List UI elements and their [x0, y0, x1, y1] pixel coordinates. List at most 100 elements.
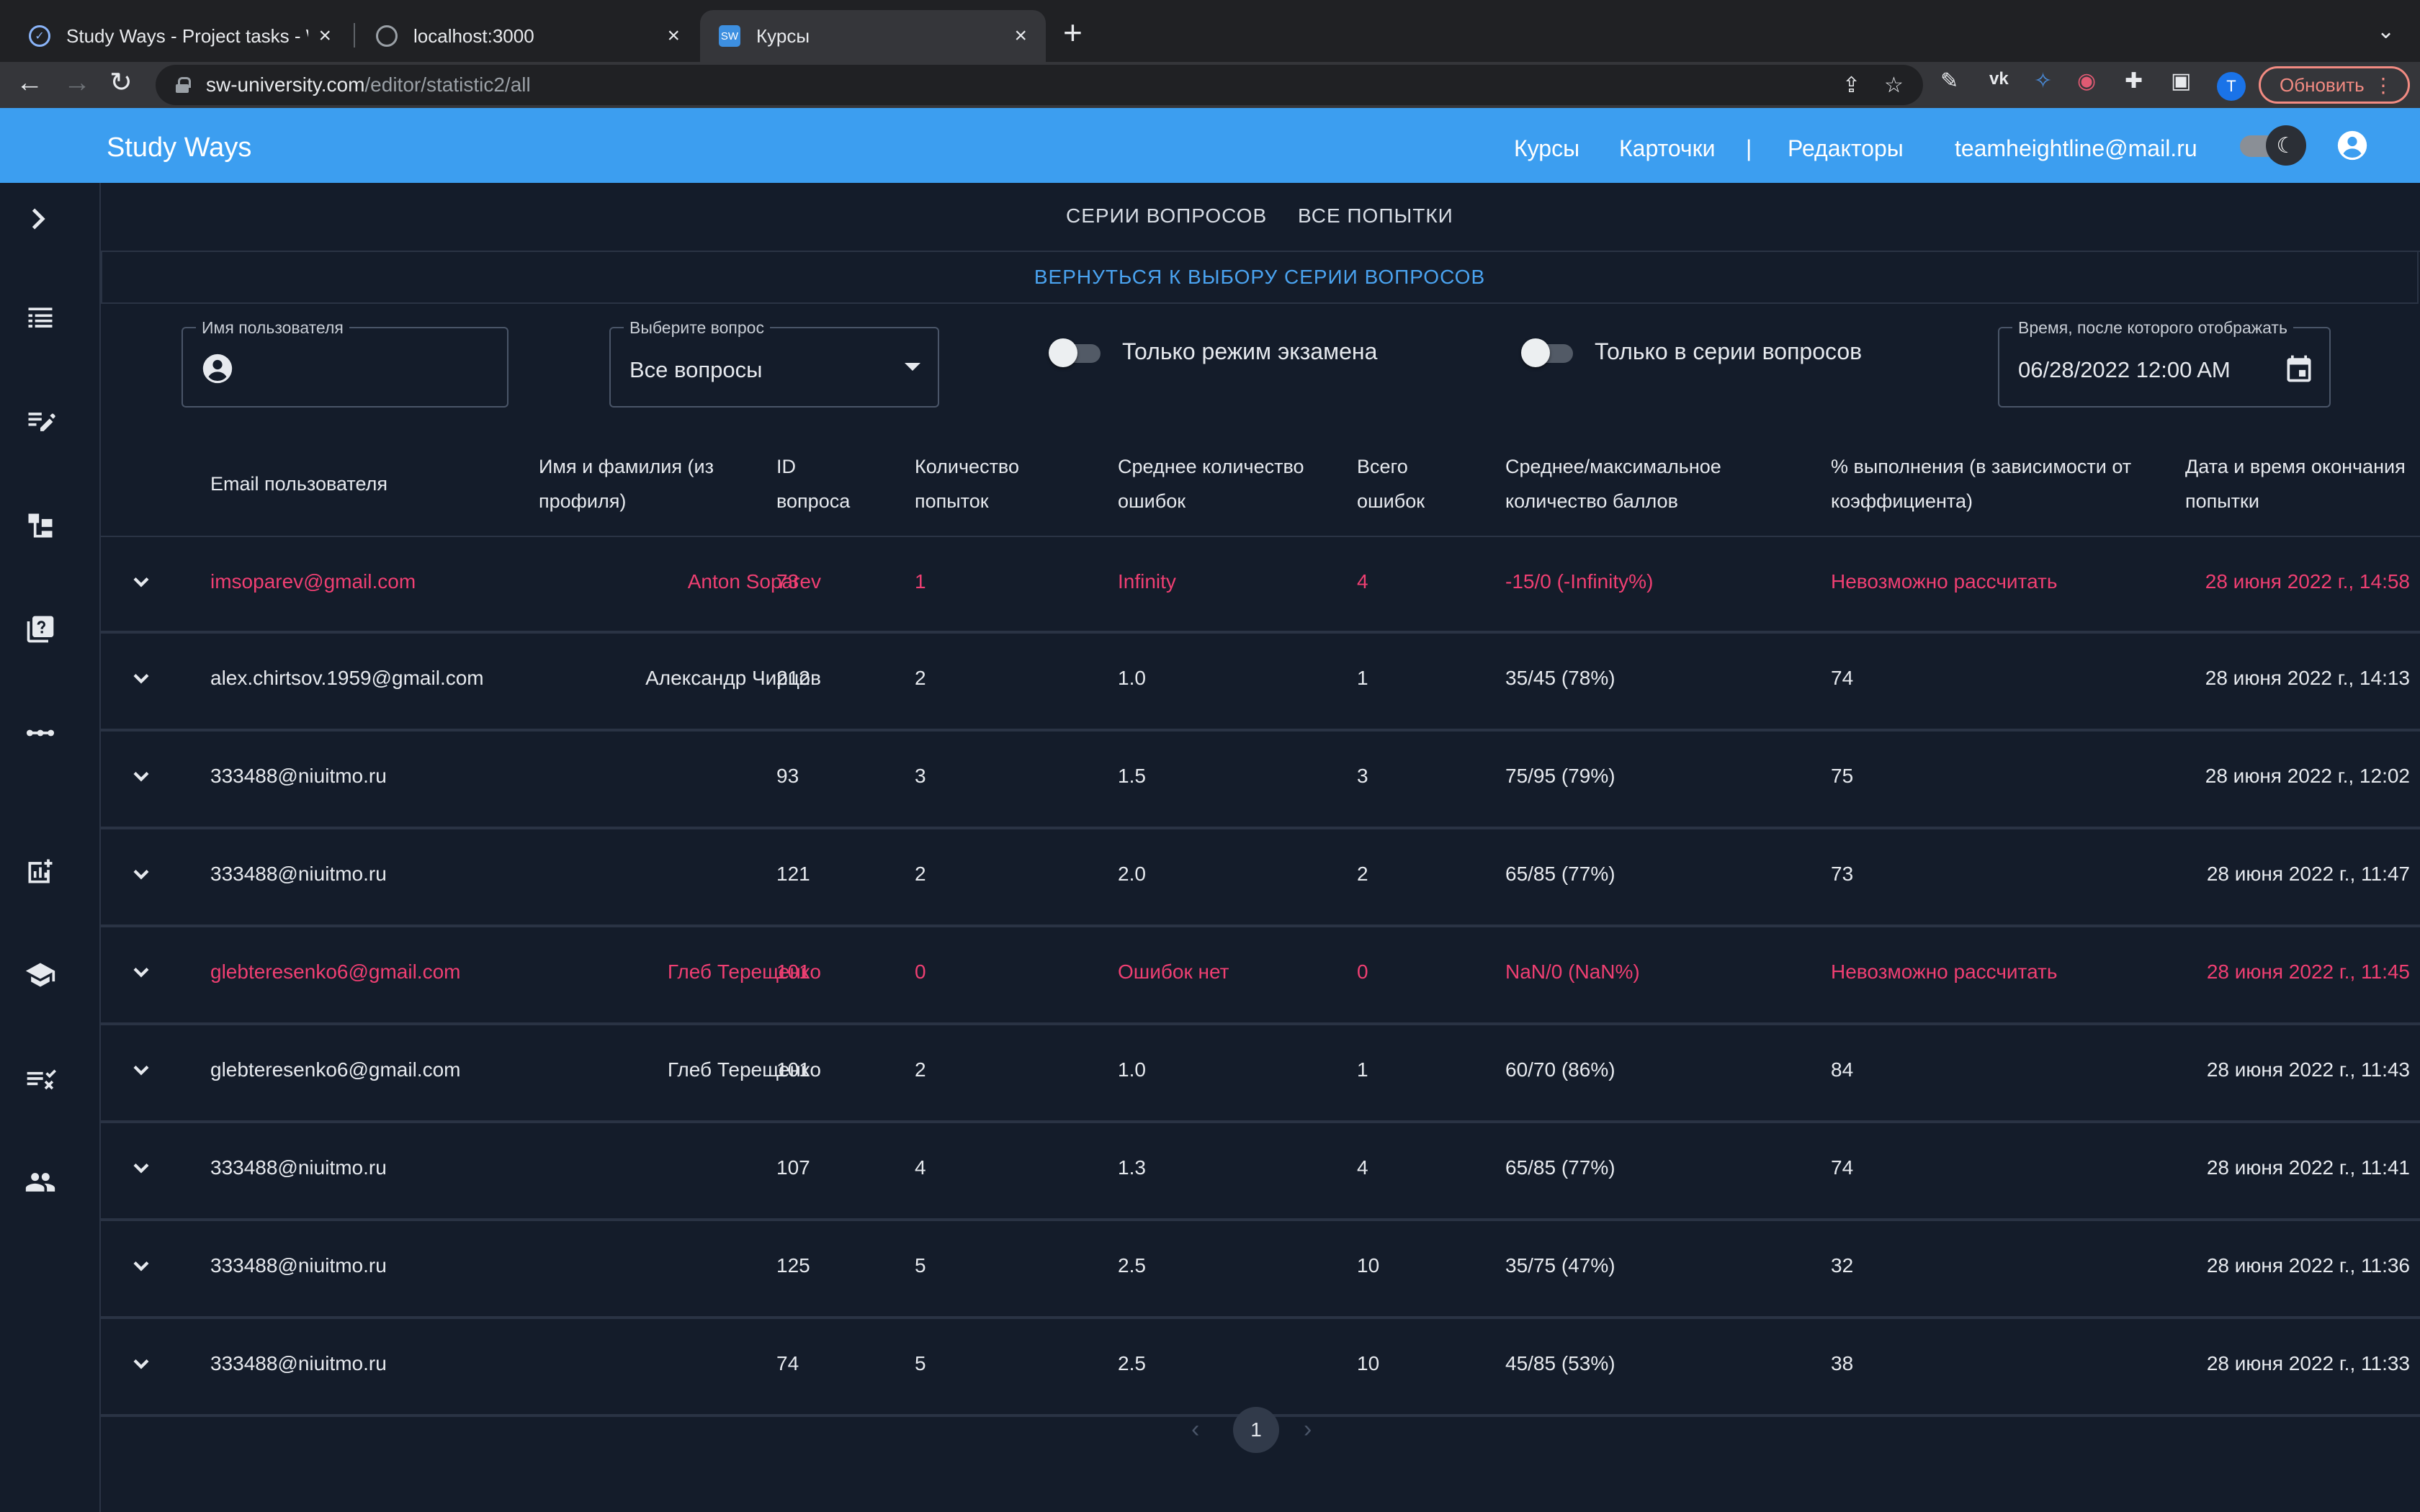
close-icon[interactable]: × — [318, 24, 331, 48]
chevron-down-icon[interactable] — [128, 763, 154, 789]
cell-email[interactable]: imsoparev@gmail.com — [210, 570, 416, 593]
time-filter-value: 06/28/2022 12:00 AM — [2018, 357, 2231, 382]
prev-page-icon[interactable]: ‹ — [1191, 1416, 1199, 1444]
edit-note-icon[interactable] — [24, 406, 56, 438]
table-row[interactable]: alex.chirtsov.1959@gmail.com Александр Чи… — [101, 634, 2420, 732]
browser-tab-project-tasks[interactable]: ✓ Study Ways - Project tasks - W × — [10, 10, 350, 62]
table-row[interactable]: 333488@niuitmo.ru 74 5 2.5 10 45/85 (53%) 38 28… — [101, 1319, 2420, 1417]
calendar-icon[interactable] — [2283, 353, 2315, 384]
profile-avatar[interactable]: T — [2217, 72, 2246, 101]
address-bar[interactable]: sw-university.com/editor/statistic2/all … — [156, 65, 1923, 105]
share-icon[interactable]: ⇪ — [1842, 75, 1860, 96]
brand-logo[interactable]: Study Ways — [107, 132, 251, 163]
checklist-icon[interactable] — [24, 1063, 56, 1094]
chevron-down-icon[interactable] — [128, 959, 154, 985]
chevron-down-icon[interactable] — [128, 1253, 154, 1279]
header-email[interactable]: Email пользователя — [210, 467, 387, 501]
app-header: Study Ways Курсы Карточки | Редакторы te… — [0, 108, 2420, 183]
browser-tab-courses[interactable]: SW Курсы × — [700, 10, 1046, 62]
table-row[interactable]: 333488@niuitmo.ru 125 5 2.5 10 35/75 (47%) 32 2… — [101, 1221, 2420, 1319]
header-attempts[interactable]: Количество попыток — [915, 449, 1073, 518]
table-row[interactable]: 333488@niuitmo.ru 93 3 1.5 3 75/95 (79%) 75 28 … — [101, 732, 2420, 829]
time-filter-field[interactable]: Время, после которого отображать 06/28/2… — [1998, 318, 2331, 408]
table-icon[interactable] — [24, 302, 56, 334]
cell-email[interactable]: 333488@niuitmo.ru — [210, 863, 387, 886]
page-button-current[interactable]: 1 — [1233, 1407, 1279, 1453]
cell-avg-errors: Ошибок нет — [1118, 960, 1229, 983]
reload-icon[interactable]: ↻ — [109, 69, 133, 96]
table-row[interactable]: glebteresenko6@gmail.com Глеб Терещенко 10… — [101, 927, 2420, 1025]
nav-user-email[interactable]: teamheightline@mail.ru — [1955, 135, 2197, 162]
table-body: imsoparev@gmail.com Anton Soparev 73 1 Infin… — [101, 537, 2420, 1417]
chevron-down-icon[interactable]: ⌄ — [2377, 19, 2395, 44]
cell-email[interactable]: 333488@niuitmo.ru — [210, 765, 387, 788]
cell-email[interactable]: 333488@niuitmo.ru — [210, 1156, 387, 1179]
group-icon[interactable] — [24, 1166, 56, 1198]
tree-icon[interactable] — [24, 510, 56, 541]
username-field[interactable]: Имя пользователя — [182, 318, 508, 408]
chevron-down-icon[interactable] — [128, 665, 154, 691]
header-avg-errors[interactable]: Среднее количество ошибок — [1118, 449, 1327, 518]
dropdown-caret-icon — [905, 363, 920, 371]
cell-email[interactable]: glebteresenko6@gmail.com — [210, 1058, 460, 1081]
pen-icon[interactable]: ✎ — [1940, 71, 1958, 92]
update-button[interactable]: Обновить ⋮ — [2259, 66, 2410, 104]
nav-cards[interactable]: Карточки — [1619, 135, 1715, 162]
cell-email[interactable]: glebteresenko6@gmail.com — [210, 960, 460, 984]
new-tab-button[interactable]: + — [1063, 16, 1083, 49]
chevron-down-icon[interactable] — [128, 569, 154, 595]
extension-icon[interactable]: ◉ — [2077, 71, 2096, 92]
toggle-switch[interactable] — [1521, 337, 1574, 367]
back-arrow-icon[interactable]: ← — [16, 69, 43, 96]
cell-email[interactable]: alex.chirtsov.1959@gmail.com — [210, 667, 484, 690]
cell-avg-errors: 1.0 — [1118, 1058, 1146, 1081]
header-percent[interactable]: % выполнения (в зависимости от коэффицие… — [1831, 449, 2141, 518]
header-question-id[interactable]: ID вопроса — [776, 449, 870, 518]
next-page-icon[interactable]: › — [1304, 1416, 1312, 1444]
back-to-series-link[interactable]: ВЕРНУТЬСЯ К ВЫБОРУ СЕРИИ ВОПРОСОВ — [101, 252, 2419, 304]
vk-icon[interactable]: vk — [1989, 71, 2009, 88]
question-select[interactable]: Выберите вопрос Все вопросы — [609, 318, 939, 408]
chevron-down-icon[interactable] — [128, 1155, 154, 1181]
star-icon[interactable]: ☆ — [1884, 75, 1904, 96]
table-row[interactable]: glebteresenko6@gmail.com Глеб Терещенко 10… — [101, 1025, 2420, 1123]
time-filter-label: Время, после которого отображать — [2012, 318, 2293, 338]
chevron-down-icon[interactable] — [128, 861, 154, 887]
cell-avg-errors: 1.3 — [1118, 1156, 1146, 1179]
chevron-down-icon[interactable] — [128, 1057, 154, 1083]
header-end-date[interactable]: Дата и время окончания попытки — [2185, 449, 2416, 518]
cell-end-date: 28 июня 2022 г., 11:36 — [2206, 1254, 2410, 1277]
header-name[interactable]: Имя и фамилия (из профиля) — [539, 449, 748, 518]
sidepanel-icon[interactable]: ▣ — [2171, 71, 2191, 92]
forward-arrow-icon[interactable]: → — [63, 69, 91, 96]
table-row[interactable]: 333488@niuitmo.ru 121 2 2.0 2 65/85 (77%) 73 28… — [101, 829, 2420, 927]
tab-all-attempts[interactable]: Все попытки — [1298, 204, 1453, 228]
toggle-switch[interactable] — [1049, 337, 1102, 367]
cell-score: 35/45 (78%) — [1505, 667, 1615, 689]
tab-question-series[interactable]: Серии вопросов — [1066, 204, 1267, 228]
nav-courses[interactable]: Курсы — [1514, 135, 1579, 162]
series-only-switch[interactable]: Только в серии вопросов — [1521, 337, 1862, 367]
cell-end-date: 28 июня 2022 г., 14:58 — [2205, 570, 2410, 593]
account-icon[interactable] — [2336, 130, 2368, 161]
table-row[interactable]: 333488@niuitmo.ru 107 4 1.3 4 65/85 (77%) 74 28… — [101, 1123, 2420, 1221]
quiz-icon[interactable] — [24, 613, 56, 645]
header-score[interactable]: Среднее/максимальное количество баллов — [1505, 449, 1779, 518]
close-icon[interactable]: × — [667, 24, 680, 48]
theme-toggle[interactable]: ☾ — [2237, 125, 2306, 166]
cell-email[interactable]: 333488@niuitmo.ru — [210, 1254, 387, 1277]
table-row[interactable]: imsoparev@gmail.com Anton Soparev 73 1 Infin… — [101, 537, 2420, 634]
puzzle-icon[interactable]: ✚ — [2125, 71, 2143, 92]
add-chart-icon[interactable] — [24, 855, 56, 887]
browser-tab-localhost[interactable]: localhost:3000 × — [357, 10, 699, 62]
chevron-right-icon[interactable] — [22, 203, 53, 235]
header-total-errors[interactable]: Всего ошибок — [1357, 449, 1465, 518]
exam-only-switch[interactable]: Только режим экзамена — [1049, 337, 1377, 367]
extension-icon[interactable]: ✧ — [2034, 71, 2052, 92]
chevron-down-icon[interactable] — [128, 1351, 154, 1377]
dots-icon[interactable] — [24, 717, 56, 749]
close-icon[interactable]: × — [1014, 24, 1027, 48]
nav-editors[interactable]: Редакторы — [1788, 135, 1904, 162]
school-icon[interactable] — [24, 959, 56, 991]
cell-email[interactable]: 333488@niuitmo.ru — [210, 1352, 387, 1375]
